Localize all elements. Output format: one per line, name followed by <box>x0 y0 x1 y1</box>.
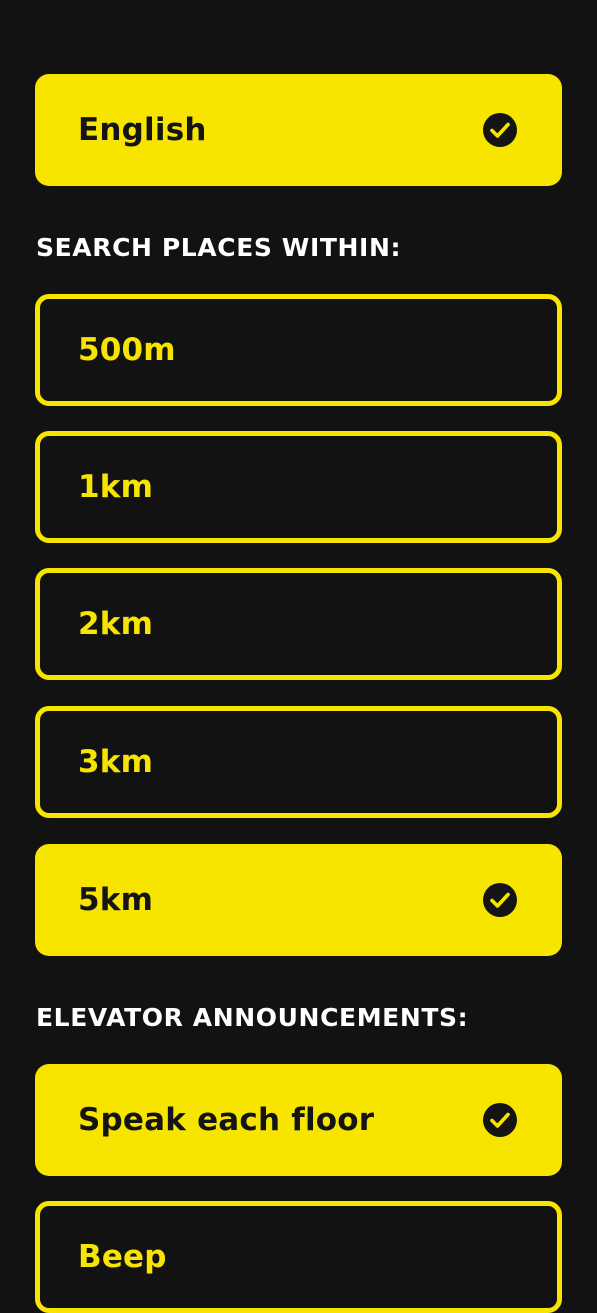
check-circle-icon <box>482 112 518 148</box>
elevator-announcements-heading: ELEVATOR ANNOUNCEMENTS: <box>36 1003 469 1032</box>
option-label: 3km <box>78 744 154 780</box>
check-circle-icon <box>482 1102 518 1138</box>
radius-option-2km[interactable]: 2km <box>35 568 562 680</box>
language-option-english[interactable]: English <box>35 74 562 186</box>
radius-option-1km[interactable]: 1km <box>35 431 562 543</box>
elevator-option-beep[interactable]: Beep <box>35 1201 562 1313</box>
check-circle-icon <box>482 882 518 918</box>
elevator-option-speak-each-floor[interactable]: Speak each floor <box>35 1064 562 1176</box>
option-label: English <box>78 112 207 148</box>
radius-option-5km[interactable]: 5km <box>35 844 562 956</box>
option-label: 5km <box>78 882 154 918</box>
option-label: 2km <box>78 606 154 642</box>
option-label: Speak each floor <box>78 1102 375 1138</box>
radius-option-500m[interactable]: 500m <box>35 294 562 406</box>
option-label: Beep <box>78 1239 167 1275</box>
option-label: 500m <box>78 332 176 368</box>
search-radius-heading: SEARCH PLACES WITHIN: <box>36 233 402 262</box>
radius-option-3km[interactable]: 3km <box>35 706 562 818</box>
option-label: 1km <box>78 469 154 505</box>
